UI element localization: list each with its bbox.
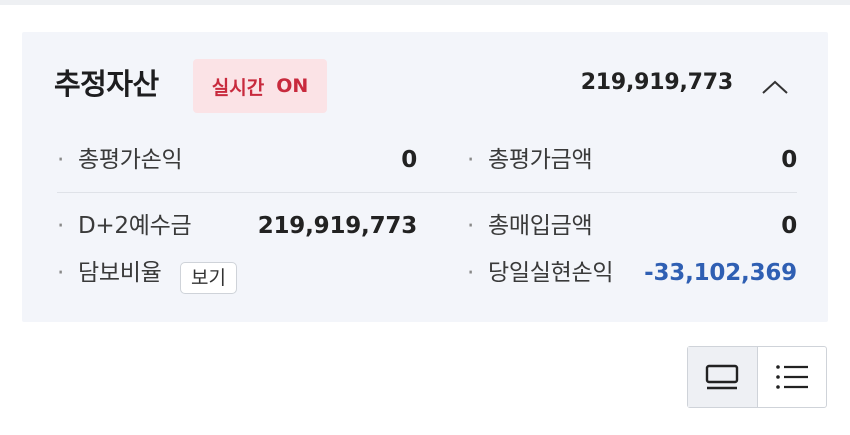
- summary-row-deposit: D+2예수금 219,919,773: [57, 211, 417, 241]
- collateral-ratio-label: 담보비율: [57, 258, 162, 288]
- top-divider: [0, 0, 850, 5]
- summary-row-collateral-ratio: 담보비율: [57, 258, 417, 288]
- card-view-button[interactable]: [688, 347, 758, 407]
- realtime-label: 실시간: [211, 76, 265, 99]
- total-purchase-value: 0: [781, 213, 797, 239]
- collateral-view-button[interactable]: 보기: [180, 262, 237, 294]
- total-valuation-value: 0: [781, 147, 797, 173]
- collapse-button[interactable]: [758, 72, 792, 102]
- total-valuation-label: 총평가금액: [467, 145, 593, 175]
- summary-row-total-purchase: 총매입금액 0: [467, 211, 797, 241]
- total-pnl-value: 0: [401, 147, 417, 173]
- estimated-assets-card: 추정자산 실시간 ON 219,919,773 총평가손익 0 총평가금액 0 …: [22, 32, 828, 322]
- realtime-toggle[interactable]: 실시간 ON: [193, 59, 327, 113]
- summary-row-daily-realized-pnl: 당일실현손익 -33,102,369: [467, 258, 797, 288]
- card-view-icon: [706, 364, 739, 390]
- daily-realized-pnl-label: 당일실현손익: [467, 258, 613, 288]
- realtime-status: ON: [276, 75, 309, 97]
- view-mode-toggle: [687, 346, 827, 408]
- list-view-icon: [775, 365, 808, 389]
- list-view-button[interactable]: [758, 347, 827, 407]
- summary-row-total-valuation: 총평가금액 0: [467, 145, 797, 175]
- summary-row-total-pnl: 총평가손익 0: [57, 145, 417, 175]
- chevron-up-icon: [762, 80, 788, 94]
- daily-realized-pnl-value: -33,102,369: [644, 260, 797, 286]
- total-asset-value: 219,919,773: [580, 70, 733, 95]
- total-purchase-label: 총매입금액: [467, 211, 593, 241]
- total-pnl-label: 총평가손익: [57, 145, 183, 175]
- card-title: 추정자산: [54, 67, 159, 101]
- deposit-value: 219,919,773: [257, 213, 418, 239]
- section-divider: [57, 192, 797, 193]
- deposit-label: D+2예수금: [57, 211, 192, 241]
